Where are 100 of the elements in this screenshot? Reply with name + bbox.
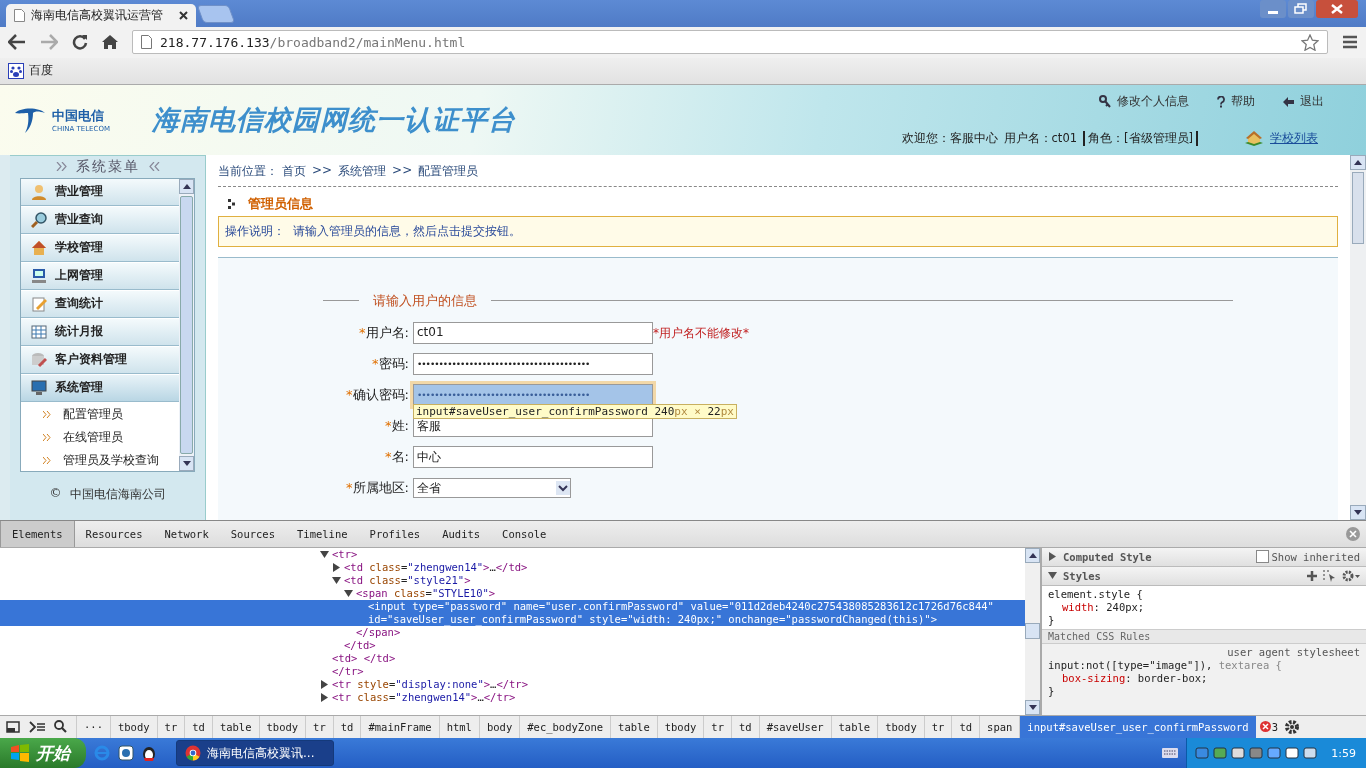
dom-breadcrumb[interactable]: body	[478, 716, 520, 738]
field-note: *用户名不能修改*	[653, 324, 749, 342]
element-tooltip: input#saveUser_user_confirmPassword 240px × 22px	[413, 403, 737, 419]
breadcrumb-separator: >>	[312, 162, 333, 179]
menu-item[interactable]: 客户资料管理	[21, 346, 179, 374]
instruction-label: 操作说明：	[225, 223, 285, 239]
menu-item[interactable]: 系统管理	[21, 374, 179, 402]
pane-title[interactable]: Computed Style	[1063, 550, 1152, 563]
css-brace: }	[1048, 684, 1056, 698]
devtools-tab[interactable]: Resources	[74, 520, 154, 547]
taskbar-item[interactable]: 海南电信高校翼讯...	[176, 740, 334, 766]
dom-breadcrumb[interactable]: #saveUser	[758, 716, 831, 738]
dom-node-line[interactable]: <td> </td>	[0, 651, 1025, 665]
header-link[interactable]: 修改个人信息	[1099, 93, 1189, 111]
password-field[interactable]: ••••••••••••••••••••••••••••••••••••••••	[413, 384, 653, 407]
dom-node-line[interactable]: <td class="zhengwen14">…</td>	[0, 560, 1025, 574]
dom-breadcrumb[interactable]: table	[610, 716, 657, 738]
dom-breadcrumb[interactable]: tr	[923, 716, 952, 738]
css-property[interactable]: box-sizing: border-box;	[1048, 671, 1360, 685]
breadcrumb-link[interactable]: 配置管理员	[418, 162, 479, 180]
dom-breadcrumb[interactable]: tbody	[877, 716, 924, 738]
dom-breadcrumb[interactable]: tr	[703, 716, 731, 738]
section-title: 管理员信息	[248, 194, 313, 213]
devtools-tab[interactable]: Profiles	[358, 520, 432, 547]
dom-node-line[interactable]: <tr style="display:none">…</tr>	[0, 677, 1025, 691]
field-label: *用户名:	[358, 324, 409, 343]
menu-item[interactable]: 上网管理	[21, 262, 179, 290]
dom-breadcrumb[interactable]: tr	[156, 716, 185, 738]
dom-breadcrumb[interactable]: td	[951, 716, 980, 738]
menu-item[interactable]: 学校管理	[21, 234, 179, 262]
field-label: *确认密码:	[345, 386, 409, 405]
input-field[interactable]: 中心	[413, 446, 653, 469]
rule-origin: user agent stylesheet	[1226, 645, 1360, 659]
pane-title[interactable]: Styles	[1063, 569, 1101, 582]
field-label: *姓:	[384, 417, 409, 436]
devtools-tab[interactable]: Sources	[219, 520, 286, 547]
breadcrumb-link[interactable]: 系统管理	[338, 162, 387, 180]
header-link[interactable]: 退出	[1283, 93, 1324, 111]
devtools-tab[interactable]: Console	[491, 520, 558, 547]
dom-closing-tag: </tr>	[0, 664, 1025, 678]
region-dropdown[interactable]: 全省	[413, 478, 571, 499]
menu-item[interactable]: 营业管理	[21, 178, 179, 206]
copyright-mark: ©	[49, 485, 62, 502]
devtools-tab[interactable]: Network	[153, 520, 220, 547]
css-property[interactable]: width: 240px;	[1048, 600, 1360, 614]
dom-breadcrumb[interactable]: html	[438, 716, 479, 738]
company-name: 中国电信海南公司	[69, 485, 166, 503]
address-bar[interactable]: 218.77.176.133/broadband2/mainMenu.html	[132, 30, 1328, 55]
dom-node-line[interactable]: <span class="STYLE10">	[0, 586, 1025, 600]
bookmark-link[interactable]: 百度	[8, 62, 53, 80]
password-field[interactable]: ••••••••••••••••••••••••••••••••••••••••	[413, 353, 653, 376]
css-selector: input:not([type="image"]), textarea {	[1048, 658, 1283, 672]
welcome-text: 欢迎您：客服中心	[901, 130, 998, 146]
breadcrumb-separator: >>	[392, 162, 413, 179]
submenu-item[interactable]: 配置管理员	[21, 402, 179, 426]
header-link[interactable]: 帮助	[1217, 93, 1255, 111]
error-count[interactable]: 3	[1271, 721, 1278, 733]
sidebar-title: 系统菜单	[75, 157, 140, 176]
dom-breadcrumb[interactable]: tbody	[109, 716, 157, 738]
role-text: 角色：[省级管理员]	[1083, 130, 1198, 146]
field-label: *名:	[384, 448, 409, 467]
dom-breadcrumb[interactable]: table	[211, 716, 259, 738]
clock: 1:59	[1331, 746, 1356, 760]
dom-breadcrumb[interactable]: tbody	[258, 716, 306, 738]
css-selector: element.style {	[1048, 587, 1144, 601]
dom-breadcrumb[interactable]: input#saveUser_user_confirmPassword	[1019, 716, 1256, 738]
submenu-item[interactable]: 在线管理员	[21, 425, 179, 449]
dom-breadcrumb[interactable]: ···	[76, 716, 110, 738]
css-brace: }	[1048, 613, 1056, 627]
dom-breadcrumb[interactable]: td	[332, 716, 361, 738]
dom-breadcrumb[interactable]: #ec_bodyZone	[519, 716, 611, 738]
input-field[interactable]: ct01	[413, 322, 653, 345]
dom-closing-tag: </td>	[0, 638, 1025, 652]
form-legend: 请输入用户的信息	[373, 291, 477, 310]
menu-item[interactable]: 营业查询	[21, 206, 179, 234]
url-text: 218.77.176.133/broadband2/mainMenu.html	[160, 34, 466, 50]
dom-node-line[interactable]: <tr>	[0, 547, 1025, 561]
browser-tab[interactable]: 海南电信高校翼讯运营管	[6, 3, 196, 27]
menu-item[interactable]: 统计月报	[21, 318, 179, 346]
dom-breadcrumb[interactable]: tr	[305, 716, 333, 738]
dom-breadcrumb[interactable]: td	[184, 716, 212, 738]
school-list-link[interactable]: 学校列表	[1270, 130, 1318, 146]
devtools-tab[interactable]: Audits	[431, 520, 492, 547]
dom-breadcrumb[interactable]: #mainFrame	[360, 716, 439, 738]
location-label: 当前位置：	[218, 162, 278, 180]
devtools-tab[interactable]: Timeline	[286, 520, 359, 547]
start-button[interactable]: 开始	[0, 738, 86, 768]
tab-title: 海南电信高校翼讯运营管	[31, 6, 164, 24]
dom-node-line[interactable]: <tr class="zhengwen14">…</tr>	[0, 690, 1025, 704]
dom-breadcrumb[interactable]: td	[730, 716, 759, 738]
dom-breadcrumb[interactable]: table	[830, 716, 878, 738]
dom-breadcrumb[interactable]: tbody	[656, 716, 704, 738]
show-inherited-checkbox[interactable]: Show inherited	[1256, 550, 1360, 564]
devtools-tab[interactable]: Elements	[0, 520, 75, 547]
username-text: 用户名：ct01	[1003, 130, 1077, 146]
menu-item[interactable]: 查询统计	[21, 290, 179, 318]
breadcrumb-link[interactable]: 首页	[282, 162, 306, 180]
submenu-item[interactable]: 管理员及学校查询	[21, 448, 179, 471]
dom-node-line[interactable]: <td class="style21">	[0, 573, 1025, 587]
platform-title: 海南电信校园网统一认证平台	[152, 102, 516, 137]
